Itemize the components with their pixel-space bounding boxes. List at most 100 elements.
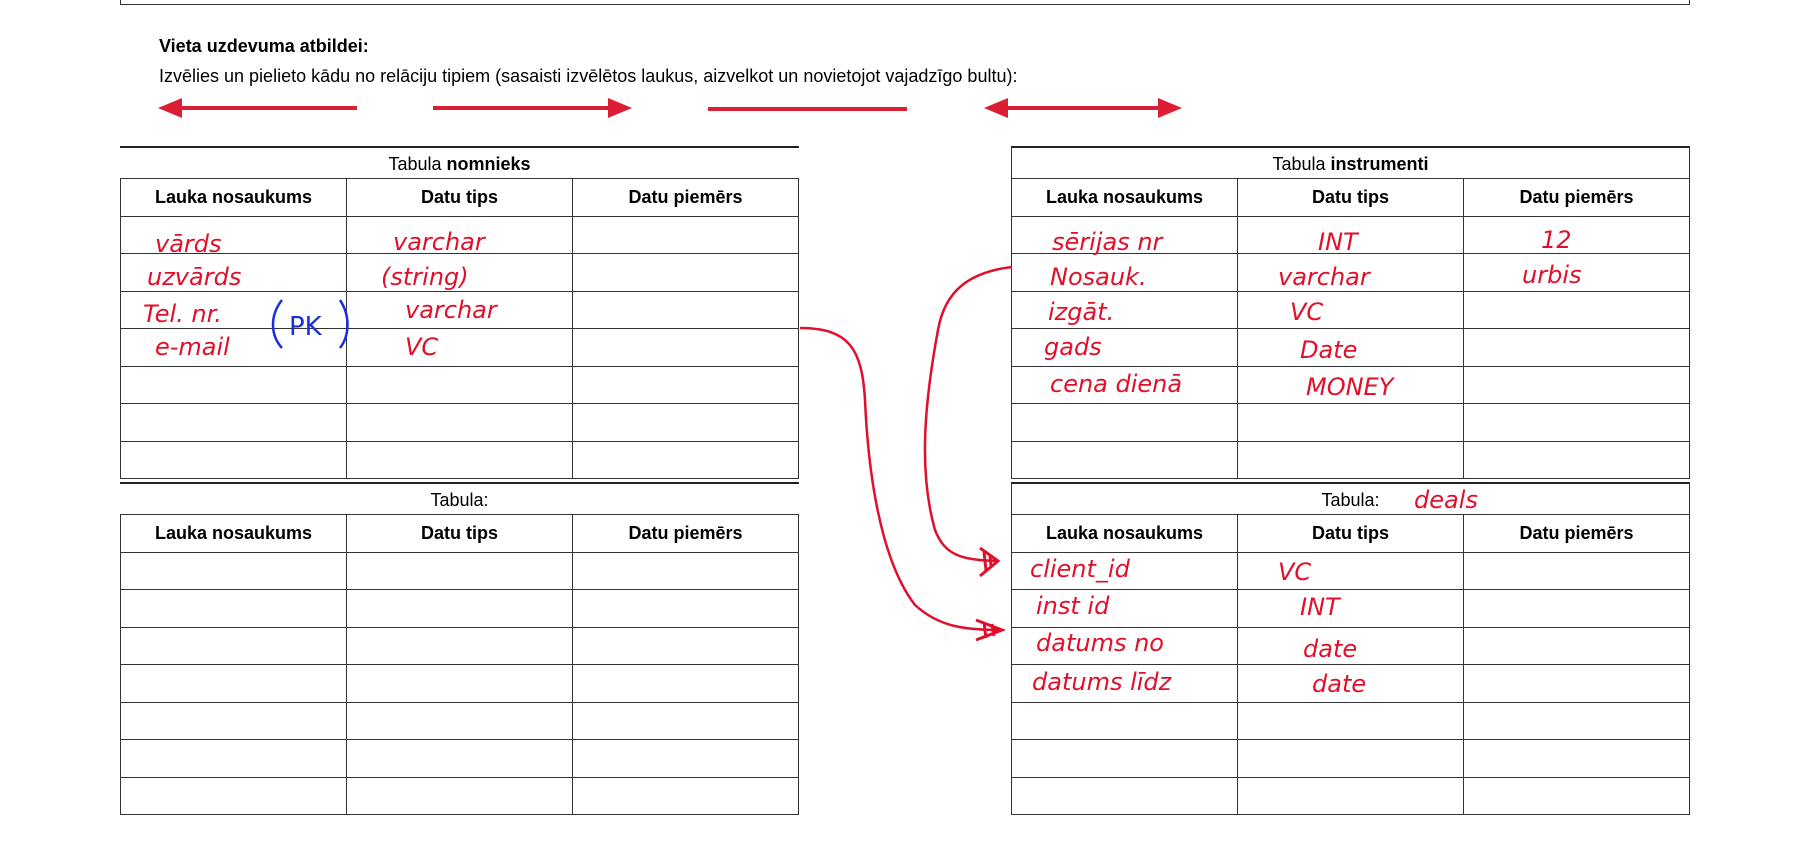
table-cell[interactable] <box>572 664 799 703</box>
table-cell[interactable] <box>1011 589 1238 628</box>
table-cell[interactable] <box>120 739 347 778</box>
table-cell[interactable] <box>1237 664 1464 703</box>
table-cell[interactable] <box>120 701 347 740</box>
table-cell[interactable] <box>1011 403 1238 442</box>
table-cell[interactable] <box>572 739 799 778</box>
table-cell[interactable] <box>572 215 799 254</box>
table-cell[interactable] <box>120 551 347 590</box>
table-cell[interactable] <box>1463 328 1690 367</box>
table-cell[interactable] <box>120 215 347 254</box>
table-cell[interactable] <box>346 328 573 367</box>
table-cell[interactable] <box>1237 739 1464 778</box>
table-cell[interactable] <box>572 626 799 665</box>
table-row <box>120 403 799 442</box>
table-cell[interactable] <box>1463 365 1690 404</box>
table-cell[interactable] <box>1463 215 1690 254</box>
double-arrow-tool[interactable] <box>984 98 1182 118</box>
table-cell[interactable] <box>120 328 347 367</box>
table-cell[interactable] <box>1237 626 1464 665</box>
table-cell[interactable] <box>572 701 799 740</box>
table-row <box>1011 403 1690 442</box>
table-cell[interactable] <box>1237 403 1464 442</box>
table-row <box>1011 589 1690 628</box>
table-cell[interactable] <box>1463 664 1690 703</box>
table-cell[interactable] <box>346 626 573 665</box>
table-cell[interactable] <box>120 776 347 815</box>
table-cell[interactable] <box>1237 215 1464 254</box>
table-cell[interactable] <box>346 664 573 703</box>
table-cell[interactable] <box>346 403 573 442</box>
table-cell[interactable] <box>1011 440 1238 479</box>
table-cell[interactable] <box>1237 365 1464 404</box>
table-cell[interactable] <box>1463 739 1690 778</box>
left-arrow-tool[interactable] <box>158 98 357 118</box>
table-cell[interactable] <box>572 440 799 479</box>
table-cell[interactable] <box>1237 328 1464 367</box>
table-title: Tabula instrumenti <box>1011 146 1690 178</box>
table-title: Tabula: <box>1011 482 1690 514</box>
table-row <box>1011 215 1690 254</box>
table-row <box>120 215 799 254</box>
table-cell[interactable] <box>1237 776 1464 815</box>
table-cell[interactable] <box>346 215 573 254</box>
table-cell[interactable] <box>572 290 799 329</box>
table-cell[interactable] <box>120 440 347 479</box>
table-cell[interactable] <box>346 701 573 740</box>
table-cell[interactable] <box>1463 290 1690 329</box>
table-cell[interactable] <box>1463 589 1690 628</box>
table-cell[interactable] <box>572 589 799 628</box>
table-row <box>1011 365 1690 404</box>
table-cell[interactable] <box>346 290 573 329</box>
table-cell[interactable] <box>1011 365 1238 404</box>
table-cell[interactable] <box>346 589 573 628</box>
table-cell[interactable] <box>346 551 573 590</box>
table-cell[interactable] <box>1237 589 1464 628</box>
table-cell[interactable] <box>572 253 799 292</box>
table-cell[interactable] <box>1463 253 1690 292</box>
table-cell[interactable] <box>1237 253 1464 292</box>
table-cell[interactable] <box>1011 328 1238 367</box>
table-cell[interactable] <box>1011 215 1238 254</box>
table-cell[interactable] <box>1463 626 1690 665</box>
table-cell[interactable] <box>120 403 347 442</box>
table-cell[interactable] <box>1237 551 1464 590</box>
table-cell[interactable] <box>120 589 347 628</box>
table-cell[interactable] <box>1011 290 1238 329</box>
table-row <box>120 626 799 665</box>
table-cell[interactable] <box>1463 551 1690 590</box>
table-cell[interactable] <box>572 776 799 815</box>
table-cell[interactable] <box>1011 776 1238 815</box>
column-header-field-name: Lauka nosaukums <box>120 514 347 553</box>
table-cell[interactable] <box>572 328 799 367</box>
table-cell[interactable] <box>346 253 573 292</box>
table-row <box>120 440 799 479</box>
table-cell[interactable] <box>1237 440 1464 479</box>
right-arrow-tool[interactable] <box>433 98 632 118</box>
table-row <box>120 664 799 703</box>
table-cell[interactable] <box>1463 776 1690 815</box>
table-cell[interactable] <box>1011 626 1238 665</box>
table-cell[interactable] <box>120 253 347 292</box>
table-cell[interactable] <box>1463 440 1690 479</box>
table-cell[interactable] <box>120 664 347 703</box>
table-cell[interactable] <box>572 403 799 442</box>
table-cell[interactable] <box>346 739 573 778</box>
table-cell[interactable] <box>572 365 799 404</box>
table-cell[interactable] <box>1011 739 1238 778</box>
column-header-data-type: Datu tips <box>346 514 573 553</box>
table-cell[interactable] <box>1011 551 1238 590</box>
table-cell[interactable] <box>1011 701 1238 740</box>
table-cell[interactable] <box>1237 290 1464 329</box>
table-cell[interactable] <box>572 551 799 590</box>
table-cell[interactable] <box>120 626 347 665</box>
table-cell[interactable] <box>1011 253 1238 292</box>
table-cell[interactable] <box>1011 664 1238 703</box>
table-cell[interactable] <box>1237 701 1464 740</box>
table-cell[interactable] <box>120 290 347 329</box>
table-cell[interactable] <box>1463 403 1690 442</box>
table-cell[interactable] <box>346 365 573 404</box>
table-cell[interactable] <box>120 365 347 404</box>
table-cell[interactable] <box>346 440 573 479</box>
table-cell[interactable] <box>346 776 573 815</box>
table-cell[interactable] <box>1463 701 1690 740</box>
